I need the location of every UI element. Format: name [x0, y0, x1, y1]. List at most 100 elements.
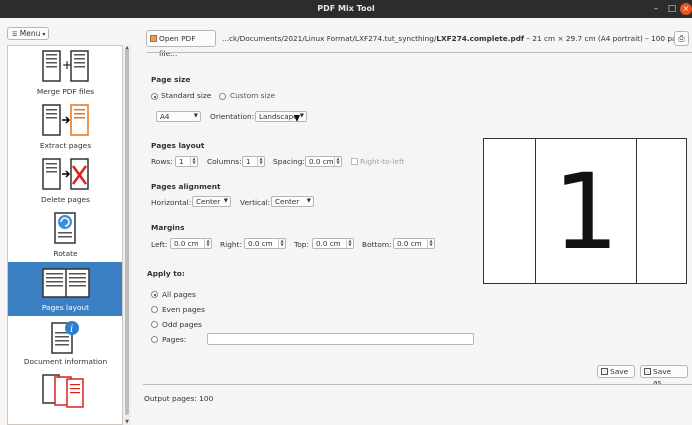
maximize-icon[interactable]: □: [666, 3, 678, 15]
pages-radio[interactable]: [151, 336, 158, 343]
pages-alignment-heading: Pages alignment: [151, 182, 221, 191]
operations-list: + Merge PDF files Extract pages Delete p…: [7, 45, 123, 425]
extract-icon: [42, 104, 89, 136]
spin-arrows-icon[interactable]: ▲ ▼: [278, 239, 285, 248]
page-size-value: A4: [160, 112, 170, 121]
svg-text:i: i: [70, 324, 73, 335]
right-margin-value: 0.0 cm: [248, 239, 273, 248]
columns-label: Columns:: [207, 157, 242, 166]
scrollbar-thumb[interactable]: [125, 49, 129, 415]
sidebar-item-merge[interactable]: + Merge PDF files: [8, 46, 122, 100]
spin-arrows-icon[interactable]: ▲ ▼: [346, 239, 353, 248]
top-margin-spinbox[interactable]: 0.0 cm ▲ ▼: [312, 238, 354, 249]
sidebar-item-rotate[interactable]: Rotate: [8, 208, 122, 262]
menu-label: Menu: [19, 29, 41, 38]
save-as-icon: [644, 368, 651, 375]
spin-arrows-icon[interactable]: ▲ ▼: [334, 157, 341, 166]
orientation-label: Orientation:: [210, 112, 255, 121]
delete-icon: [42, 158, 89, 190]
minimize-icon[interactable]: –: [650, 3, 662, 15]
spin-arrows-icon[interactable]: ▲ ▼: [204, 239, 211, 248]
scroll-down-icon[interactable]: ▼: [123, 419, 131, 425]
left-margin-label: Left:: [151, 240, 168, 249]
odd-pages-label: Odd pages: [162, 320, 202, 329]
horizontal-alignment-select[interactable]: Center ▼: [192, 196, 231, 207]
all-pages-radio[interactable]: [151, 291, 158, 298]
spin-arrows-icon[interactable]: ▲ ▼: [190, 157, 197, 166]
sidebar-item-label: Pages layout: [41, 303, 90, 312]
print-button[interactable]: ⎙: [674, 31, 689, 46]
bottom-margin-value: 0.0 cm: [397, 239, 422, 248]
chevron-down-icon: ▼: [299, 113, 304, 119]
orientation-value: Landscape: [259, 112, 298, 121]
left-margin-spinbox[interactable]: 0.0 cm ▲ ▼: [170, 238, 212, 249]
save-as-button[interactable]: Save as...: [640, 365, 688, 387]
open-file-icon: [150, 35, 157, 42]
right-to-left-checkbox[interactable]: [351, 158, 358, 165]
all-pages-label: All pages: [162, 290, 196, 299]
page-size-heading: Page size: [151, 75, 191, 84]
spin-arrows-icon[interactable]: ▲ ▼: [257, 157, 264, 166]
right-margin-spinbox[interactable]: 0.0 cm ▲ ▼: [244, 238, 286, 249]
booklet-icon: [42, 374, 84, 408]
sidebar-scrollbar[interactable]: ▲ ▼: [123, 45, 131, 425]
right-margin-label: Right:: [220, 240, 242, 249]
preview-page-number: 1: [552, 151, 620, 273]
rows-label: Rows:: [151, 157, 173, 166]
sidebar-item-booklet[interactable]: [8, 370, 122, 424]
divider: [143, 384, 692, 385]
file-path: ...ck/Documents/2021/Linux Format/LXF274…: [222, 34, 689, 43]
page-preview: 1: [483, 138, 687, 284]
save-icon: [601, 368, 608, 375]
menu-button[interactable]: ☰ Menu ▾: [7, 27, 49, 40]
spin-arrows-icon[interactable]: ▲ ▼: [427, 239, 434, 248]
close-icon[interactable]: ×: [680, 3, 692, 15]
pages-layout-heading: Pages layout: [151, 141, 205, 150]
horizontal-label: Horizontal:: [151, 198, 192, 207]
mouse-cursor-icon: [294, 115, 300, 122]
sidebar-item-extract[interactable]: Extract pages: [8, 100, 122, 154]
spacing-spinbox[interactable]: 0.0 cm ▲ ▼: [305, 156, 342, 167]
vertical-label: Vertical:: [240, 198, 271, 207]
output-pages-status: Output pages: 100: [144, 394, 214, 403]
columns-value: 1: [246, 157, 251, 166]
bottom-margin-spinbox[interactable]: 0.0 cm ▲ ▼: [393, 238, 435, 249]
path-prefix: ...ck/Documents/2021/Linux Format/LXF274…: [222, 34, 437, 43]
open-pdf-label: Open PDF file...: [159, 34, 196, 58]
spacing-label: Spacing:: [273, 157, 305, 166]
custom-size-radio[interactable]: [219, 93, 226, 100]
odd-pages-radio[interactable]: [151, 321, 158, 328]
top-margin-value: 0.0 cm: [316, 239, 341, 248]
pages-label: Pages:: [162, 335, 187, 344]
top-margin-label: Top:: [294, 240, 309, 249]
save-button[interactable]: Save: [597, 365, 635, 378]
save-label: Save: [610, 367, 629, 376]
custom-size-label: Custom size: [230, 91, 275, 100]
sidebar-item-label: Rotate: [53, 249, 78, 258]
merge-icon: +: [42, 50, 89, 82]
standard-size-radio[interactable]: [151, 93, 158, 100]
rows-spinbox[interactable]: 1 ▲ ▼: [175, 156, 198, 167]
sidebar-item-document-information[interactable]: i Document information: [8, 316, 122, 370]
open-pdf-button[interactable]: Open PDF file...: [146, 30, 216, 58]
preview-margin-line: [636, 139, 637, 283]
page-size-select[interactable]: A4 ▼: [156, 111, 201, 122]
sidebar-item-pages-layout[interactable]: Pages layout: [8, 262, 122, 316]
sidebar-item-label: Delete pages: [41, 195, 90, 204]
pages-input[interactable]: [207, 333, 474, 345]
divider: [146, 52, 692, 53]
sidebar-item-label: Document information: [23, 357, 108, 366]
left-margin-value: 0.0 cm: [174, 239, 199, 248]
columns-spinbox[interactable]: 1 ▲ ▼: [242, 156, 265, 167]
sidebar-item-delete[interactable]: Delete pages: [8, 154, 122, 208]
sidebar-item-label: Merge PDF files: [36, 87, 95, 96]
file-name: LXF274.complete.pdf: [436, 34, 525, 43]
even-pages-radio[interactable]: [151, 306, 158, 313]
rows-value: 1: [179, 157, 184, 166]
even-pages-label: Even pages: [162, 305, 205, 314]
sidebar: ☰ Menu▾ + Merge PDF files Extract pages: [0, 20, 132, 425]
margins-heading: Margins: [151, 223, 185, 232]
hamburger-icon: ☰: [12, 31, 18, 38]
standard-size-label: Standard size: [161, 91, 212, 100]
vertical-alignment-select[interactable]: Center ▼: [271, 196, 314, 207]
